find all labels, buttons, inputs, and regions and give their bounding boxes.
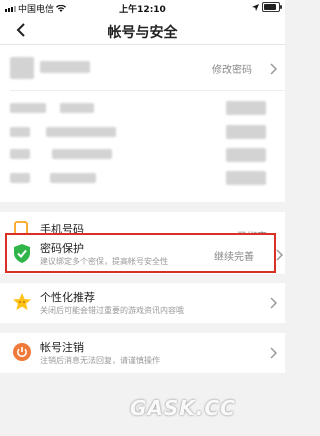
account-card: 修改密码 (0, 45, 285, 202)
clock: 上午12:10 (119, 5, 166, 15)
power-icon (13, 343, 31, 361)
modify-password-link[interactable]: 修改密码 (212, 61, 252, 76)
star-icon (13, 293, 31, 310)
watermark: GASK.CC (130, 396, 236, 420)
chevron-right-icon (270, 63, 277, 75)
info-blurred (10, 173, 30, 183)
info-blurred (226, 171, 266, 185)
battery-icon (262, 2, 282, 12)
item-label: 帐号注销 (40, 341, 84, 354)
chevron-right-icon (270, 297, 277, 309)
personalized-recommendation-row[interactable]: 个性化推荐 关闭后可能会错过重要的游戏资讯内容哦 (0, 283, 285, 323)
info-blurred (10, 127, 30, 137)
info-blurred (10, 103, 46, 113)
item-label: 个性化推荐 (40, 291, 95, 304)
info-blurred (226, 148, 266, 162)
nickname-blurred (40, 61, 90, 73)
info-blurred (10, 149, 30, 159)
location-icon (252, 3, 259, 11)
info-blurred (226, 125, 266, 139)
item-subtitle: 关闭后可能会错过重要的游戏资讯内容哦 (40, 306, 184, 315)
info-blurred (60, 103, 94, 113)
info-blurred (226, 101, 266, 115)
info-blurred (52, 149, 112, 159)
page-title: 帐号与安全 (107, 25, 178, 41)
info-blurred (46, 127, 116, 137)
highlight-box (5, 233, 276, 273)
info-blurred (50, 173, 96, 183)
chevron-right-icon (276, 249, 283, 261)
nav-bar: 帐号与安全 (0, 16, 285, 45)
chevron-right-icon (270, 347, 277, 359)
status-bar: 中国电信 上午12:10 (0, 0, 285, 16)
item-subtitle: 注销后消息无法回复，请谨慎操作 (40, 356, 160, 365)
avatar (10, 57, 34, 79)
account-cancellation-row[interactable]: 帐号注销 注销后消息无法回复，请谨慎操作 (0, 333, 285, 373)
